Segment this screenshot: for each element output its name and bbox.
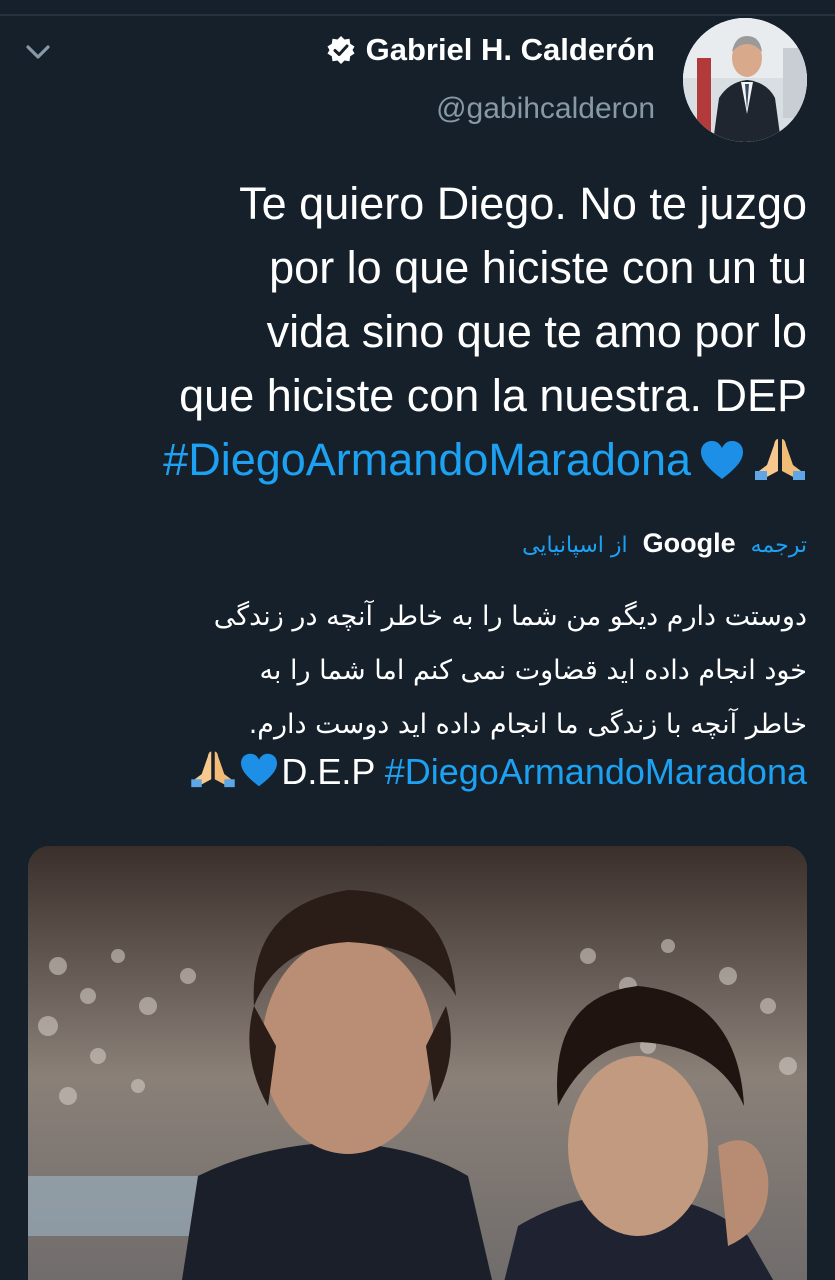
hashtag-link[interactable]: #DiegoArmandoMaradona: [163, 434, 691, 485]
google-label: Google: [642, 528, 736, 558]
translated-text: دوستت دارم دیگو من شما را به خاطر آنچه د…: [17, 590, 807, 752]
blue-heart-emoji: [241, 753, 278, 787]
translated-text-line: خاطر آنچه با زندگی ما انجام داده اید دوس…: [248, 709, 807, 740]
divider: [0, 14, 835, 16]
blue-heart-emoji: [701, 441, 743, 479]
tweet-text-line: vida sino que te amo por lo: [266, 306, 807, 357]
folded-hands-emoji: [755, 439, 805, 480]
translated-text-line: دوستت دارم دیگو من شما را به خاطر آنچه د…: [213, 601, 807, 632]
tweet-text-line: que hiciste con la nuestra. DEP: [179, 370, 807, 421]
tweet-text-line: por lo que hiciste con un tu: [269, 242, 807, 293]
tweet-text: Te quiero Diego. No te juzgo por lo que …: [47, 172, 807, 492]
verified-badge-icon: [327, 36, 355, 64]
translation-attribution: ترجمه Google از اسپانیایی: [522, 528, 807, 559]
source-language-label: از اسپانیایی: [522, 533, 628, 558]
user-handle[interactable]: @gabihcalderon: [436, 92, 655, 126]
folded-hands-emoji: [191, 751, 236, 788]
tweet-screen: Gabriel H. Calderón @gabihcalderon Te qu…: [0, 0, 835, 1280]
display-name: Gabriel H. Calderón: [365, 32, 655, 67]
chevron-down-icon[interactable]: [22, 36, 54, 68]
tweet-photo[interactable]: [28, 846, 807, 1280]
avatar[interactable]: [683, 18, 807, 142]
tweet-text-line: Te quiero Diego. No te juzgo: [239, 178, 807, 229]
translated-text-line: خود انجام داده اید قضاوت نمی کنم اما شما…: [259, 655, 807, 686]
translated-tags-line: D.E.P #DiegoArmandoMaradona: [189, 748, 807, 793]
tweet-hashtag-line: #DiegoArmandoMaradona: [47, 428, 807, 492]
dep-text: D.E.P: [281, 751, 375, 792]
author-name-line[interactable]: Gabriel H. Calderón: [326, 32, 655, 68]
translate-label[interactable]: ترجمه: [751, 533, 807, 558]
tweet-header: Gabriel H. Calderón @gabihcalderon: [107, 18, 807, 148]
hashtag-link[interactable]: #DiegoArmandoMaradona: [385, 751, 807, 792]
